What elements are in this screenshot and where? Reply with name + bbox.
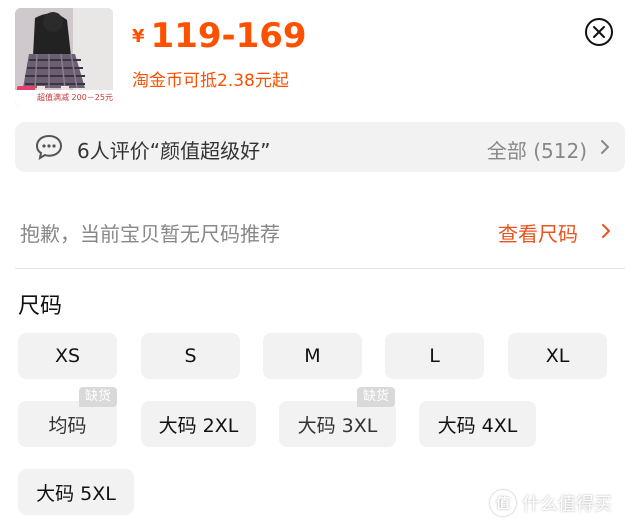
close-button[interactable]	[585, 18, 613, 46]
size-option-2xl[interactable]: 大码 2XL	[141, 401, 256, 447]
price-currency: ¥	[132, 26, 145, 47]
price-range: 119-169	[150, 16, 307, 56]
size-section-title: 尺码	[18, 294, 63, 319]
promo-banner: 超值满减 200－25元	[15, 90, 113, 106]
size-option-4xl[interactable]: 大码 4XL	[419, 401, 536, 447]
divider	[15, 268, 625, 269]
size-option-l[interactable]: L	[385, 333, 484, 379]
size-option-5xl[interactable]: 大码 5XL	[18, 469, 134, 515]
review-summary: 6人评价“颜值超级好”	[77, 139, 271, 163]
out-of-stock-badge: 缺货	[357, 387, 396, 407]
size-option-3xl[interactable]: 大码 3XL	[279, 401, 396, 447]
product-thumbnail[interactable]: 99 超值满减 200－25元	[15, 8, 113, 106]
size-option-one-size[interactable]: 均码	[18, 401, 117, 447]
price: ¥119-169	[132, 16, 307, 56]
out-of-stock-badge: 缺货	[79, 387, 118, 407]
watermark-text: 什么值得买	[522, 494, 612, 515]
smzdm-logo-icon: 值	[490, 490, 516, 516]
chevron-right-icon	[601, 140, 609, 154]
all-reviews-link[interactable]: 全部 (512)	[487, 135, 587, 164]
size-rec-message: 抱歉，当前宝贝暂无尺码推荐	[20, 222, 280, 246]
chat-bubble-icon	[35, 134, 63, 160]
view-size-chart-link[interactable]: 查看尺码	[498, 218, 578, 247]
size-option-xl[interactable]: XL	[508, 333, 607, 379]
size-option-s[interactable]: S	[141, 333, 240, 379]
review-bar[interactable]: 6人评价“颜值超级好” 全部 (512)	[15, 122, 625, 172]
size-option-m[interactable]: M	[263, 333, 362, 379]
close-icon	[593, 26, 605, 38]
coin-discount-note: 淘金币可抵2.38元起	[132, 71, 289, 91]
chevron-right-icon	[602, 224, 610, 238]
size-option-xs[interactable]: XS	[18, 333, 117, 379]
watermark: 值 什么值得买	[490, 488, 612, 518]
